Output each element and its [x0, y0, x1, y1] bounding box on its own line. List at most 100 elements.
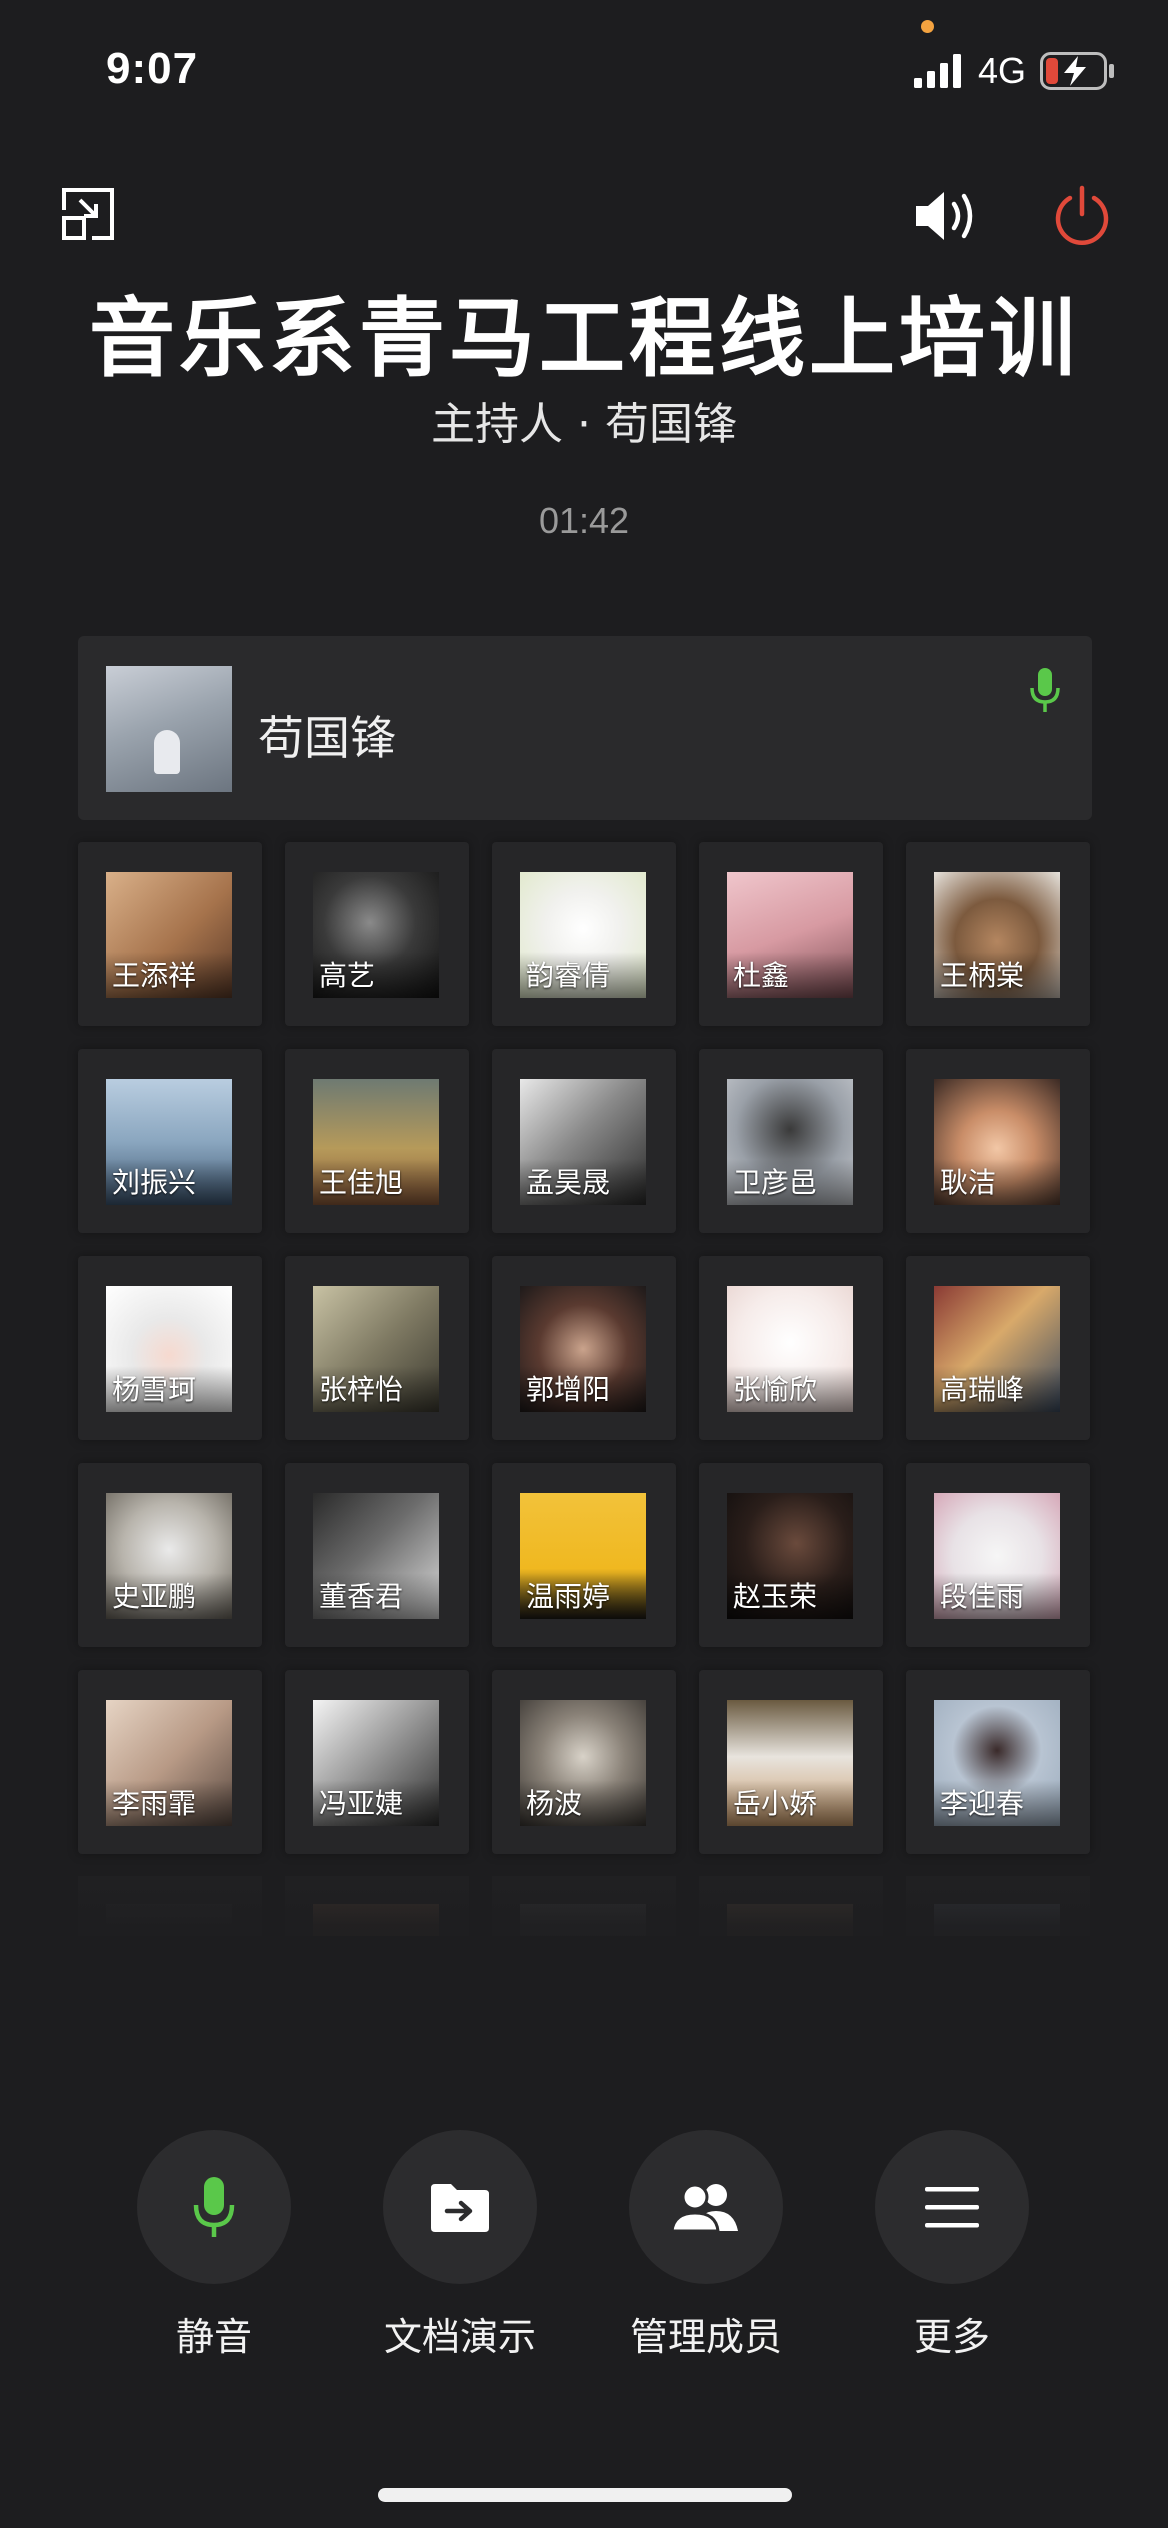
members-icon	[670, 2183, 738, 2233]
speaker-button[interactable]	[912, 186, 984, 246]
host-card[interactable]: 苟国锋	[78, 636, 1092, 820]
participant-tile[interactable]: 李迎春	[906, 1670, 1090, 1854]
participant-tile[interactable]: 孟昊晟	[492, 1049, 676, 1233]
scroll-fade	[0, 1860, 1168, 1980]
participant-name: 韵睿倩	[526, 959, 611, 992]
mic-icon	[193, 2177, 235, 2237]
participant-tile[interactable]: 王柄棠	[906, 842, 1090, 1026]
minimize-button[interactable]	[58, 184, 118, 244]
participant-name: 卫彦邑	[733, 1166, 818, 1199]
status-time: 9:07	[106, 44, 199, 93]
participant-tile[interactable]: 李雨霏	[78, 1670, 262, 1854]
participant-name: 王添祥	[112, 959, 197, 992]
participant-avatar: 郭增阳	[520, 1286, 646, 1412]
participant-tile[interactable]: 高瑞峰	[906, 1256, 1090, 1440]
status-icons: 4G	[913, 50, 1116, 92]
participant-tile[interactable]: 史亚鹏	[78, 1463, 262, 1647]
speaker-icon	[916, 192, 973, 240]
participant-name: 杨波	[526, 1787, 583, 1820]
participant-avatar: 董香君	[313, 1493, 439, 1619]
participant-tile[interactable]: 董香君	[285, 1463, 469, 1647]
menu-icon	[925, 2187, 979, 2228]
participant-tile[interactable]: 韵睿倩	[492, 842, 676, 1026]
participant-avatar: 段佳雨	[934, 1493, 1060, 1619]
participant-tile[interactable]: 王添祥	[78, 842, 262, 1026]
manage-members-circle[interactable]	[629, 2130, 783, 2284]
folder-share-icon	[431, 2184, 489, 2232]
power-icon	[1055, 185, 1109, 245]
participant-name: 王佳旭	[319, 1166, 404, 1199]
more-label: 更多	[913, 2315, 990, 2359]
participant-avatar: 杨雪珂	[106, 1286, 232, 1412]
network-type: 4G	[977, 50, 1026, 91]
home-indicator[interactable]	[378, 2488, 792, 2502]
participant-name: 张梓怡	[319, 1373, 404, 1406]
participant-tile[interactable]: 张愉欣	[699, 1256, 883, 1440]
participant-avatar: 冯亚婕	[313, 1700, 439, 1826]
more-button[interactable]: 更多	[852, 2130, 1052, 2361]
participant-name: 段佳雨	[940, 1580, 1025, 1613]
end-meeting-button[interactable]	[1050, 184, 1114, 248]
participant-tile[interactable]: 赵玉荣	[699, 1463, 883, 1647]
participant-tile[interactable]: 郭增阳	[492, 1256, 676, 1440]
manage-members-label: 管理成员	[629, 2315, 782, 2359]
participant-tile[interactable]: 刘振兴	[78, 1049, 262, 1233]
participant-name: 赵玉荣	[733, 1580, 818, 1613]
participant-tile[interactable]: 杨雪珂	[78, 1256, 262, 1440]
participant-avatar: 张梓怡	[313, 1286, 439, 1412]
participant-name: 李迎春	[940, 1787, 1025, 1820]
participant-tile[interactable]: 杨波	[492, 1670, 676, 1854]
bottom-toolbar: 静音 文档演示 管理成员 更多	[0, 2130, 1168, 2370]
participant-tile[interactable]: 王佳旭	[285, 1049, 469, 1233]
manage-members-button[interactable]: 管理成员	[606, 2130, 806, 2361]
participant-name: 杜鑫	[733, 959, 790, 992]
participant-avatar: 王添祥	[106, 872, 232, 998]
participant-grid: 王添祥 高艺 韵睿倩 杜鑫 王柄棠 刘振兴 王佳旭 孟昊晟 卫彦邑 耿洁 杨雪珂…	[78, 842, 1092, 1854]
participant-avatar: 高瑞峰	[934, 1286, 1060, 1412]
participant-name: 董香君	[319, 1580, 404, 1613]
participant-avatar: 杜鑫	[727, 872, 853, 998]
participant-avatar: 赵玉荣	[727, 1493, 853, 1619]
participant-avatar: 李迎春	[934, 1700, 1060, 1826]
participant-tile[interactable]: 张梓怡	[285, 1256, 469, 1440]
participant-tile[interactable]: 段佳雨	[906, 1463, 1090, 1647]
participant-tile[interactable]: 杜鑫	[699, 842, 883, 1026]
minimize-icon	[62, 188, 114, 240]
doc-presentation-circle[interactable]	[383, 2130, 537, 2284]
participant-name: 刘振兴	[112, 1166, 197, 1199]
participant-avatar: 张愉欣	[727, 1286, 853, 1412]
participant-tile[interactable]: 温雨婷	[492, 1463, 676, 1647]
host-line: 主持人 · 苟国锋	[431, 399, 737, 450]
participant-tile[interactable]: 岳小娇	[699, 1670, 883, 1854]
mute-button[interactable]: 静音	[114, 2130, 314, 2361]
participant-avatar: 杨波	[520, 1700, 646, 1826]
more-button-circle[interactable]	[875, 2130, 1029, 2284]
participant-name: 张愉欣	[733, 1373, 818, 1406]
participant-tile[interactable]: 耿洁	[906, 1049, 1090, 1233]
meeting-title: 音乐系青马工程线上培训	[89, 289, 1079, 389]
participant-name: 岳小娇	[733, 1787, 818, 1820]
participant-tile[interactable]: 卫彦邑	[699, 1049, 883, 1233]
participant-avatar: 孟昊晟	[520, 1079, 646, 1205]
participant-name: 杨雪珂	[112, 1373, 197, 1406]
doc-presentation-button[interactable]: 文档演示	[360, 2130, 560, 2361]
participant-avatar: 刘振兴	[106, 1079, 232, 1205]
host-name: 苟国锋	[258, 711, 396, 765]
participant-avatar: 史亚鹏	[106, 1493, 232, 1619]
privacy-indicator-dot	[921, 20, 934, 33]
participant-avatar: 高艺	[313, 872, 439, 998]
participant-tile[interactable]: 冯亚婕	[285, 1670, 469, 1854]
mute-button-circle[interactable]	[137, 2130, 291, 2284]
participant-avatar: 卫彦邑	[727, 1079, 853, 1205]
participant-name: 王柄棠	[940, 959, 1025, 992]
participant-avatar: 王柄棠	[934, 872, 1060, 998]
meeting-timer: 01:42	[538, 500, 630, 541]
meeting-screen: 9:07 4G 音乐系青马工程线上培训 主持人 · 苟国锋 01:42 苟国锋 …	[0, 0, 1168, 2528]
mute-label: 静音	[175, 2315, 252, 2359]
participant-avatar: 温雨婷	[520, 1493, 646, 1619]
participant-avatar: 岳小娇	[727, 1700, 853, 1826]
participant-name: 李雨霏	[112, 1787, 197, 1820]
signal-icon	[913, 54, 961, 88]
participant-tile[interactable]: 高艺	[285, 842, 469, 1026]
participant-name: 史亚鹏	[112, 1580, 197, 1613]
